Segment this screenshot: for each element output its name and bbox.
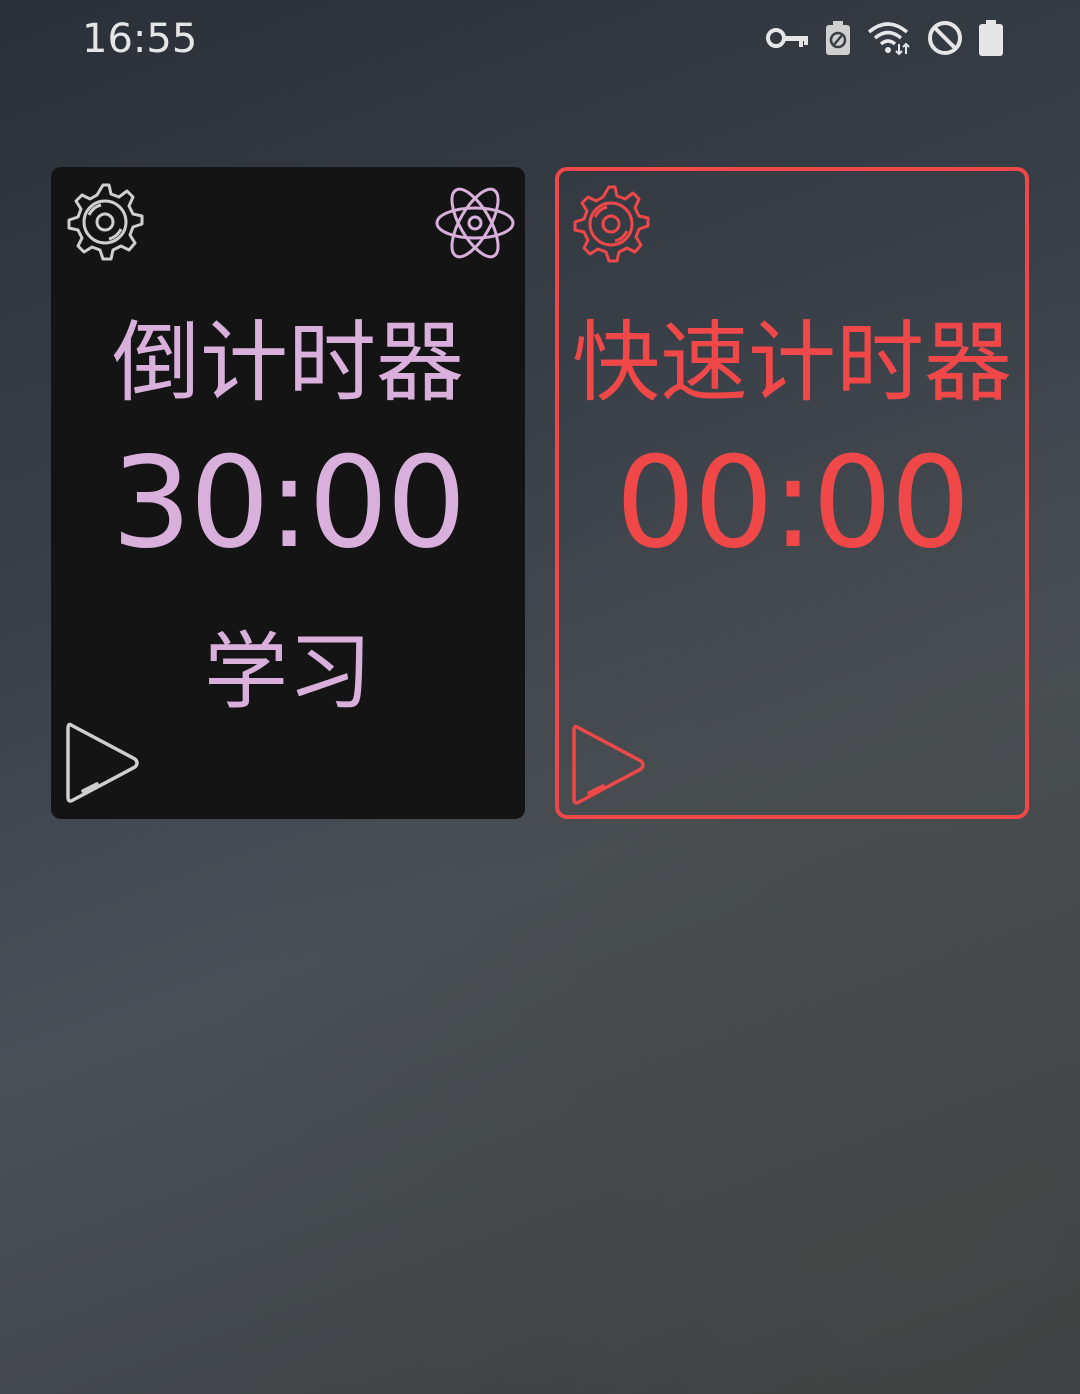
countdown-timer-widget[interactable]: 倒计时器 30:00 学习 (51, 167, 525, 819)
play-icon[interactable] (63, 717, 143, 809)
widget-title: 倒计时器 (111, 311, 464, 414)
timer-display[interactable]: 30:00 (51, 429, 525, 576)
wifi-icon (867, 22, 910, 56)
timer-display[interactable]: 00:00 (559, 429, 1025, 576)
battery-saver-icon (826, 21, 850, 55)
status-time: 16:55 (82, 16, 198, 62)
play-icon[interactable] (569, 719, 649, 811)
timer-label: 学习 (203, 623, 372, 721)
status-bar: 16:55 (0, 0, 1080, 80)
vpn-key-icon (766, 28, 808, 48)
atom-icon[interactable] (431, 179, 519, 267)
status-icons (766, 16, 1004, 60)
quick-timer-widget[interactable]: 快速计时器 00:00 (555, 167, 1029, 819)
gear-icon[interactable] (565, 181, 653, 269)
battery-icon (979, 20, 1003, 56)
do-not-disturb-icon (928, 21, 962, 55)
widget-title: 快速计时器 (571, 311, 1012, 414)
gear-icon[interactable] (59, 179, 147, 267)
